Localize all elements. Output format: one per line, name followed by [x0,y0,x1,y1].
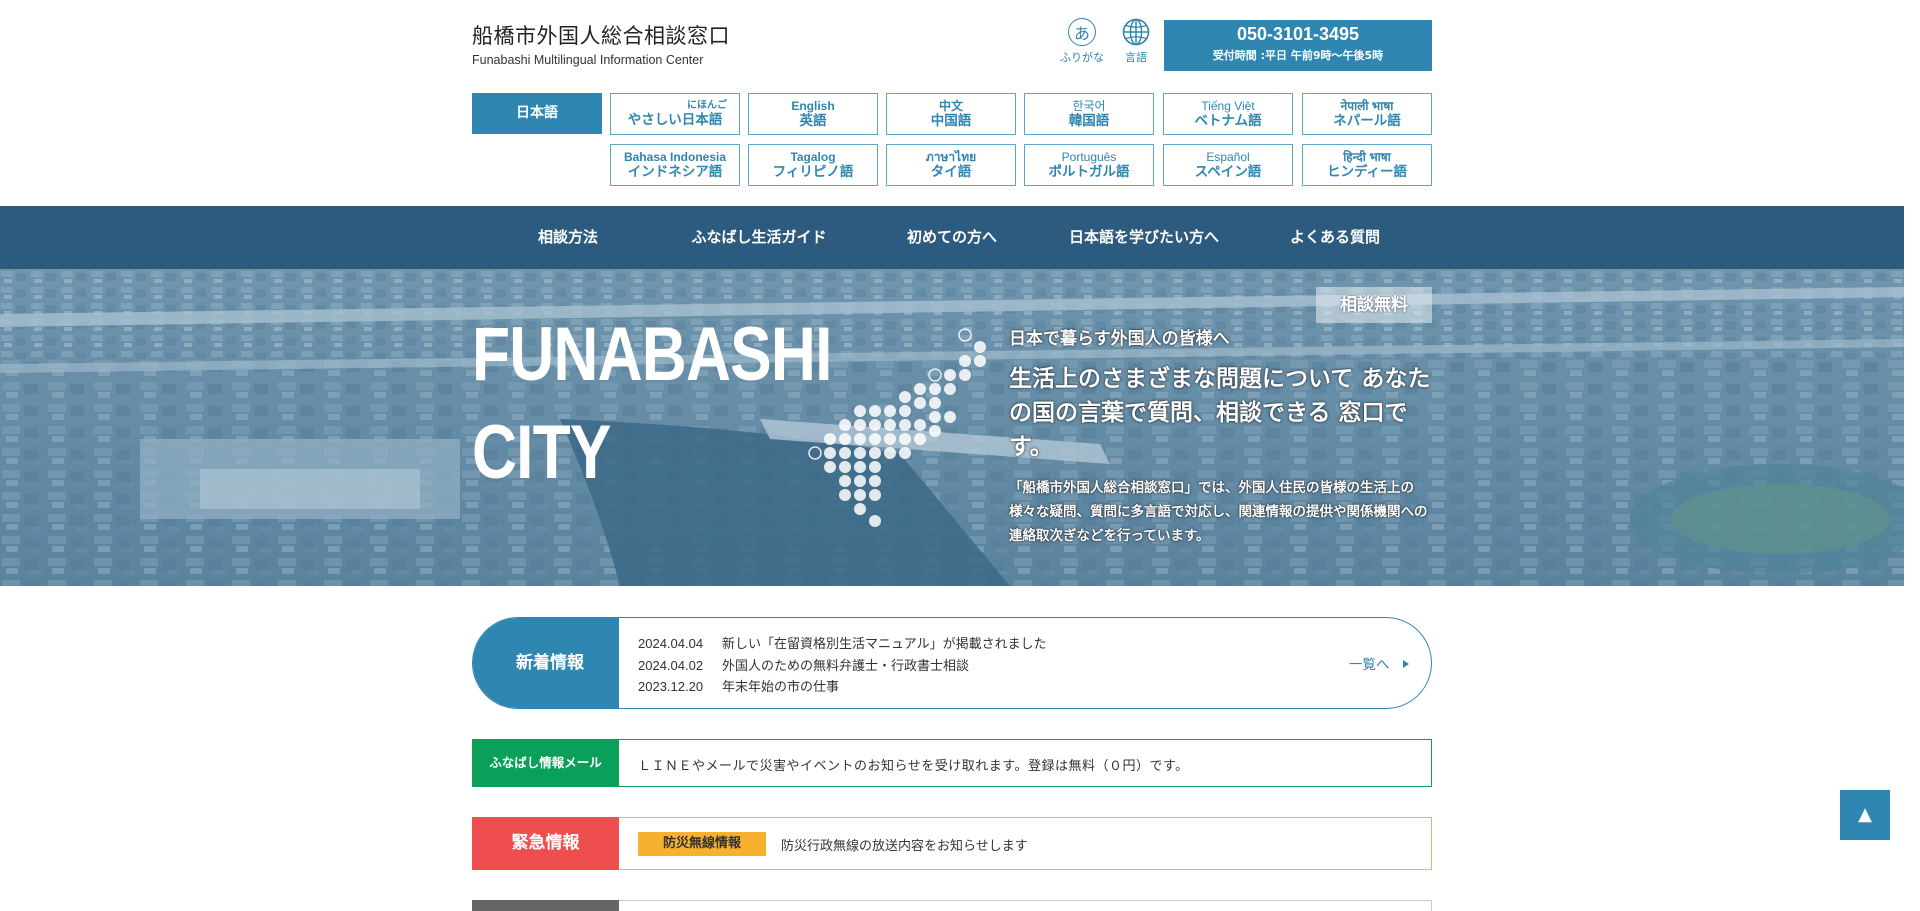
hero-banner: FUNABASHI CITY 相談無料 日本で暮らす外国人の皆様へ 生活上のさま… [0,269,1904,586]
hero-title-line2: CITY [472,410,612,495]
lang-thai[interactable]: ภาษาไทย タイ語 [886,144,1016,186]
lang-native: हिन्दी भाषा [1343,149,1391,164]
lang-ja: ネパール語 [1333,113,1401,130]
nav-consultation-method[interactable]: 相談方法 [512,206,624,269]
lang-ja: 中国語 [930,113,972,130]
site-title[interactable]: 船橋市外国人総合相談窓口 [472,20,730,50]
lang-native: Tiếng Việt [1201,98,1255,113]
lang-native: नेपाली भाषा [1340,98,1394,113]
info-mail-label: ふなばし情報メール [472,739,619,787]
lang-indonesian[interactable]: Bahasa Indonesia インドネシア語 [610,144,740,186]
news-title: 新しい「在留資格別生活マニュアル」が掲載されました [722,637,1047,652]
lang-ja: インドネシア語 [627,164,723,181]
hero-lead: 日本で暮らす外国人の皆様へ [1009,329,1230,349]
back-to-top-button[interactable]: ▲ [1840,790,1890,840]
nav-faq[interactable]: よくある質問 [1276,206,1394,269]
lang-easy-japanese[interactable]: にほんご やさしい日本語 [610,93,740,135]
nav-first-time[interactable]: 初めての方へ [892,206,1012,269]
lang-ja: タイ語 [930,164,972,181]
phone-contact[interactable]: 050-3101-3495 受付時間 :平日 午前9時〜午後5時 [1164,20,1432,71]
language-label: 言語 [1125,51,1147,64]
phone-number: 050-3101-3495 [1236,24,1360,44]
hero-title-line1: FUNABASHI [472,312,832,397]
lang-ja: ポルトガル語 [1048,164,1130,181]
lang-native: Tagalog [790,149,836,164]
lang-native: English [791,98,835,113]
lang-tagalog[interactable]: Tagalog フィリピノ語 [748,144,878,186]
news-more-link[interactable]: 一覧へ [1349,653,1410,673]
disaster-radio-tag: 防災無線情報 [638,832,766,856]
lang-native: 한국어 [1072,98,1106,113]
lang-native: Español [1206,149,1250,164]
lang-ja: スペイン語 [1194,164,1262,181]
lang-nepali[interactable]: नेपाली भाषा ネパール語 [1302,93,1432,135]
news-title: 年末年始の市の仕事 [722,680,840,695]
lang-native: にほんご [687,99,727,111]
city-aerial-image [0,269,1904,586]
lang-native: Português [1061,149,1117,164]
news-date: 2024.04.04 [638,636,704,651]
lang-korean[interactable]: 한국어 韓国語 [1024,93,1154,135]
nav-life-guide[interactable]: ふなばし生活ガイド [676,206,842,269]
lang-ja: 英語 [799,113,827,130]
news-date: 2023.12.20 [638,679,704,694]
news-title: 外国人のための無料弁護士・行政書士相談 [722,658,970,674]
news-section: 新着情報 2024.04.04 新しい「在留資格別生活マニュアル」が掲載されました… [472,617,1432,709]
news-item[interactable]: 2023.12.20 年末年始の市の仕事 [638,677,1047,699]
lang-ja: ベトナム語 [1194,113,1262,130]
next-section-label [472,900,619,911]
lang-ja: やさしい日本語 [627,111,723,128]
lang-hindi[interactable]: हिन्दी भाषा ヒンディー語 [1302,144,1432,186]
emergency-text: 防災行政無線の放送内容をお知らせします [781,839,1028,854]
lang-chinese[interactable]: 中文 中国語 [886,93,1016,135]
news-item[interactable]: 2024.04.04 新しい「在留資格別生活マニュアル」が掲載されました [638,634,1047,656]
hero-heading: 生活上のさまざまな問題について あなたの国の言葉で質問、相談できる 窓口です。 [1009,366,1431,460]
lang-native: ภาษาไทย [925,149,977,164]
info-mail-text: ＬＩＮＥやメールで災害やイベントのお知らせを受け取れます。登録は無料（０円）です… [638,759,1189,774]
info-mail-section[interactable]: ふなばし情報メール ＬＩＮＥやメールで災害やイベントのお知らせを受け取れます。登… [472,739,1432,787]
nav-learn-japanese[interactable]: 日本語を学びたい方へ [1058,206,1230,269]
lang-ja: フィリピノ語 [772,164,854,181]
furigana-icon: あ [1068,18,1096,46]
news-list: 2024.04.04 新しい「在留資格別生活マニュアル」が掲載されました 2024… [638,634,1047,699]
lang-vietnamese[interactable]: Tiếng Việt ベトナム語 [1163,93,1293,135]
lang-portuguese[interactable]: Português ポルトガル語 [1024,144,1154,186]
news-date: 2024.04.02 [638,657,704,673]
lang-ja: 韓国語 [1068,113,1110,130]
lang-english[interactable]: English 英語 [748,93,878,135]
language-button[interactable]: 言語 [1114,18,1158,65]
triangle-right-icon [1402,660,1409,668]
furigana-button[interactable]: あ ふりがな [1060,18,1104,65]
lang-ja: ヒンディー語 [1326,164,1408,181]
lang-japanese-active[interactable]: 日本語 [472,93,602,134]
hero-description: 「船橋市外国人総合相談窓口」では、外国人住民の皆様の生活上の様々な疑問、質問に多… [1009,480,1428,544]
news-label: 新着情報 [473,618,619,708]
free-consultation-badge: 相談無料 [1316,287,1432,323]
globe-icon [1122,18,1150,46]
news-item[interactable]: 2024.04.02 外国人のための無料弁護士・行政書士相談 [638,656,1047,678]
lang-native: Bahasa Indonesia [623,149,727,164]
emergency-label: 緊急情報 [472,817,619,870]
lang-native: 中文 [938,98,963,113]
global-nav: 相談方法 ふなばし生活ガイド 初めての方へ 日本語を学びたい方へ よくある質問 [0,206,1904,269]
news-more-label: 一覧へ [1349,657,1390,673]
furigana-label: ふりがな [1060,51,1104,64]
next-section [472,900,1432,911]
site-subtitle: Funabashi Multilingual Information Cente… [472,53,704,67]
phone-hours: 受付時間 :平日 午前9時〜午後5時 [1212,49,1384,62]
lang-spanish[interactable]: Español スペイン語 [1163,144,1293,186]
emergency-section[interactable]: 緊急情報 防災無線情報 防災行政無線の放送内容をお知らせします [472,817,1432,870]
